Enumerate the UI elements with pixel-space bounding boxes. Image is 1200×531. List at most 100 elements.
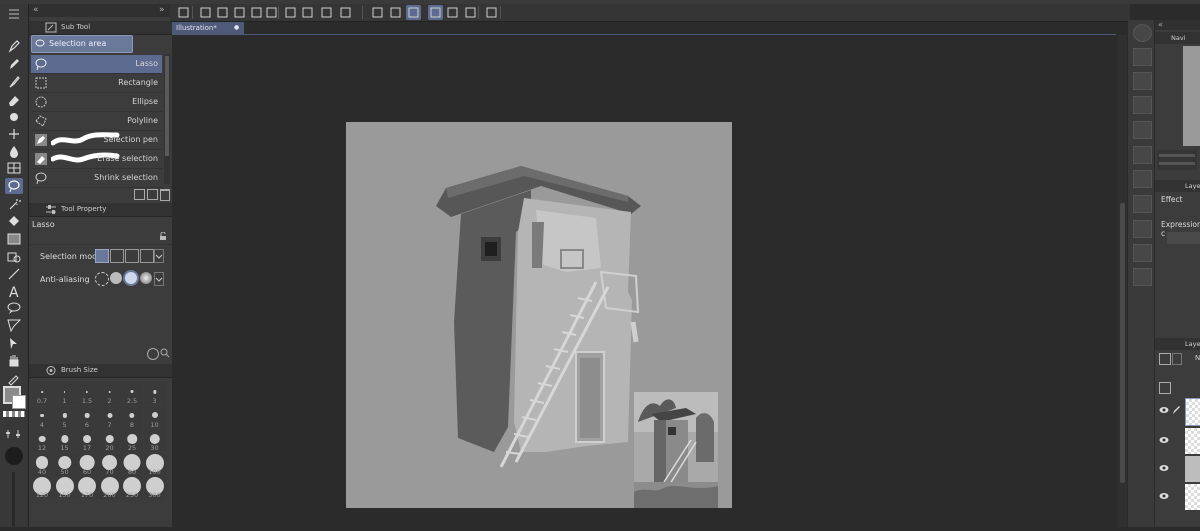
brush-size-option[interactable]: 5: [53, 405, 76, 429]
brush-size-option[interactable]: 2: [98, 382, 121, 405]
brush-size-option[interactable]: 10: [143, 405, 166, 429]
subtool-scrollbar[interactable]: [164, 54, 170, 184]
chevron-down-icon[interactable]: [154, 272, 164, 286]
material-folder-icon[interactable]: [1133, 146, 1152, 164]
brush-size-option[interactable]: 4: [31, 405, 53, 429]
brush-size-option[interactable]: 3: [143, 382, 166, 405]
new-file-icon[interactable]: [198, 5, 213, 20]
collapse-right-icon[interactable]: »: [159, 5, 165, 15]
brush-size-option[interactable]: 100: [143, 452, 166, 476]
device-icon[interactable]: [463, 5, 478, 20]
brush-size-option[interactable]: 25: [121, 429, 143, 452]
scroll-thumb[interactable]: [1120, 203, 1125, 483]
magic-wand-icon[interactable]: [5, 196, 23, 212]
frame-tool-icon[interactable]: [5, 317, 23, 333]
panel-collapse-bar[interactable]: «: [1155, 20, 1200, 30]
brush-size-option[interactable]: 150: [53, 476, 76, 499]
brush-size-option[interactable]: 0.7: [31, 382, 53, 405]
eye-icon[interactable]: [1159, 436, 1169, 444]
transform-icon[interactable]: [319, 5, 334, 20]
snap-off-icon[interactable]: [338, 5, 353, 20]
layer-thumbnail[interactable]: [1185, 398, 1200, 426]
snap-2-icon[interactable]: [370, 5, 385, 20]
brush-size-option[interactable]: 60: [76, 452, 98, 476]
brush-size-option[interactable]: 2.5: [121, 382, 143, 405]
layer-clip-icon[interactable]: [1159, 382, 1171, 394]
mode-add-icon[interactable]: [110, 249, 124, 263]
redo-icon[interactable]: [264, 5, 279, 20]
gradient-tool-icon[interactable]: [5, 231, 23, 247]
brush-size-option[interactable]: 70: [98, 452, 121, 476]
brush-size-option[interactable]: 40: [31, 452, 53, 476]
eyedropper-tool-icon[interactable]: [5, 370, 23, 386]
fill-tool-icon[interactable]: [5, 213, 23, 229]
new-subtool-icon[interactable]: [147, 189, 158, 200]
settings-icon[interactable]: [3, 429, 25, 439]
brush-size-option[interactable]: 170: [76, 476, 98, 499]
edit-layer-icon[interactable]: [1171, 404, 1181, 416]
balloon-tool-icon[interactable]: [5, 300, 23, 316]
save-file-icon[interactable]: [232, 5, 247, 20]
aa-none-icon[interactable]: [95, 272, 109, 286]
brush-tool-icon[interactable]: [5, 74, 23, 90]
canvas-vertical-scrollbar[interactable]: [1118, 35, 1127, 527]
eraser-tool-icon[interactable]: [5, 92, 23, 108]
canvas[interactable]: [346, 122, 732, 508]
brush-size-option[interactable]: 15: [53, 429, 76, 452]
drop-tool-icon[interactable]: [5, 143, 23, 159]
brush-size-option[interactable]: 120: [31, 476, 53, 499]
ruler-snap-1-icon[interactable]: [406, 5, 421, 20]
operation-tool-icon[interactable]: [5, 335, 23, 351]
text-tool-icon[interactable]: A: [5, 283, 23, 301]
lock-icon[interactable]: [159, 231, 167, 240]
panel-collapse-bar[interactable]: « »: [29, 4, 172, 17]
brush-size-option[interactable]: 12: [31, 429, 53, 452]
collapse-left-icon[interactable]: «: [33, 5, 39, 15]
material-folder-icon[interactable]: [1133, 170, 1152, 188]
eye-icon[interactable]: [1159, 406, 1169, 414]
pen-tool-icon[interactable]: [5, 38, 23, 54]
transparent-color-icon[interactable]: [3, 411, 25, 417]
navigator-preview[interactable]: [1183, 46, 1200, 146]
brush-size-option[interactable]: 7: [98, 405, 121, 429]
clear-icon[interactable]: [283, 5, 298, 20]
subtool-item-selection-pen[interactable]: Selection pen: [31, 131, 162, 150]
brush-size-option[interactable]: 6: [76, 405, 98, 429]
delete-subtool-icon[interactable]: [160, 189, 170, 201]
brush-size-option[interactable]: 200: [98, 476, 121, 499]
mode-intersect-icon[interactable]: [140, 249, 154, 263]
lasso-tool-icon[interactable]: [5, 178, 23, 194]
subtool-item-lasso[interactable]: Lasso: [31, 55, 162, 74]
pencil-tool-icon[interactable]: [5, 56, 23, 72]
collapse-icon[interactable]: [5, 6, 23, 22]
snap-3-icon[interactable]: [388, 5, 403, 20]
fill-selection-icon[interactable]: [300, 5, 315, 20]
mode-new-icon[interactable]: [95, 249, 109, 263]
material-folder-icon[interactable]: [1133, 244, 1152, 262]
hand-tool-icon[interactable]: [5, 352, 23, 368]
navigator-sliders[interactable]: [1157, 150, 1197, 170]
brush-size-option[interactable]: 1.5: [76, 382, 98, 405]
chevron-down-icon[interactable]: [1172, 353, 1182, 365]
search-icon[interactable]: [160, 348, 170, 358]
tab-selection-area[interactable]: Selection area: [31, 35, 133, 53]
blend-tool-icon[interactable]: [5, 109, 23, 125]
search-material-icon[interactable]: [1133, 24, 1152, 42]
ruler-snap-2-icon[interactable]: [428, 5, 443, 20]
figure-tool-icon[interactable]: [5, 249, 23, 265]
size-slider[interactable]: [12, 472, 15, 527]
brush-size-option[interactable]: 300: [143, 476, 166, 499]
subtool-item-polyline[interactable]: Polyline: [31, 112, 162, 131]
subtool-item-ellipse[interactable]: Ellipse: [31, 93, 162, 112]
layer-mode-icon[interactable]: [1159, 353, 1171, 365]
brush-size-option[interactable]: 1: [53, 382, 76, 405]
aa-strong-icon[interactable]: [140, 272, 152, 284]
subtool-item-shrink-selection[interactable]: Shrink selection: [31, 169, 162, 188]
material-folder-icon[interactable]: [1133, 121, 1152, 139]
layer-thumbnail[interactable]: [1185, 484, 1200, 510]
brush-size-option[interactable]: 30: [143, 429, 166, 452]
material-folder-icon[interactable]: [1133, 48, 1152, 66]
material-folder-icon[interactable]: [1133, 72, 1152, 90]
canvas-area[interactable]: [172, 35, 1116, 527]
ruler-snap-3-icon[interactable]: [445, 5, 460, 20]
